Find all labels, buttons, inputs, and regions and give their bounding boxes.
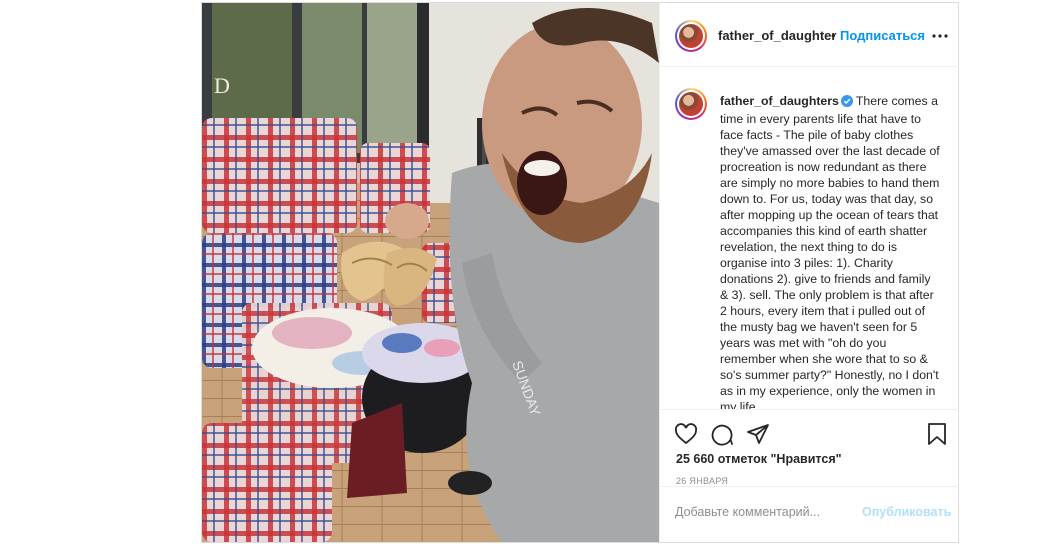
caption-area: father_of_daughters There comes a time in…	[660, 67, 959, 409]
more-horizontal-icon[interactable]	[930, 28, 950, 44]
caption-avatar[interactable]	[675, 88, 707, 120]
caption-body: There comes a time in every parents life…	[720, 94, 940, 409]
svg-text:D: D	[214, 73, 230, 98]
post-side-panel: father_of_daughter • Подписаться father_…	[659, 3, 959, 542]
heart-icon[interactable]	[674, 422, 698, 451]
publish-button[interactable]: Опубликовать	[862, 505, 951, 519]
comment-icon[interactable]	[710, 422, 734, 451]
header-username[interactable]: father_of_daughter	[718, 28, 836, 43]
comment-input[interactable]	[675, 501, 865, 523]
caption-username[interactable]: father_of_daughters	[720, 94, 839, 108]
caption-text: father_of_daughters There comes a time in…	[720, 93, 942, 409]
post-header: father_of_daughter • Подписаться	[660, 3, 959, 67]
likes-count[interactable]: 25 660 отметок "Нравится"	[676, 452, 842, 466]
verified-badge-icon	[840, 95, 853, 111]
comment-bar: Опубликовать	[660, 486, 959, 542]
bookmark-icon[interactable]	[926, 422, 948, 451]
send-icon[interactable]	[746, 422, 770, 451]
instagram-post: D SUNDAY father_of_daughter • Подписатьс…	[201, 2, 959, 543]
post-date[interactable]: 26 ЯНВАРЯ	[676, 476, 728, 486]
post-photo[interactable]: D SUNDAY	[202, 3, 659, 542]
header-separator: •	[831, 28, 836, 43]
follow-button[interactable]: Подписаться	[840, 28, 925, 43]
post-photo-illustration: D SUNDAY	[202, 3, 659, 542]
avatar[interactable]	[675, 20, 707, 52]
